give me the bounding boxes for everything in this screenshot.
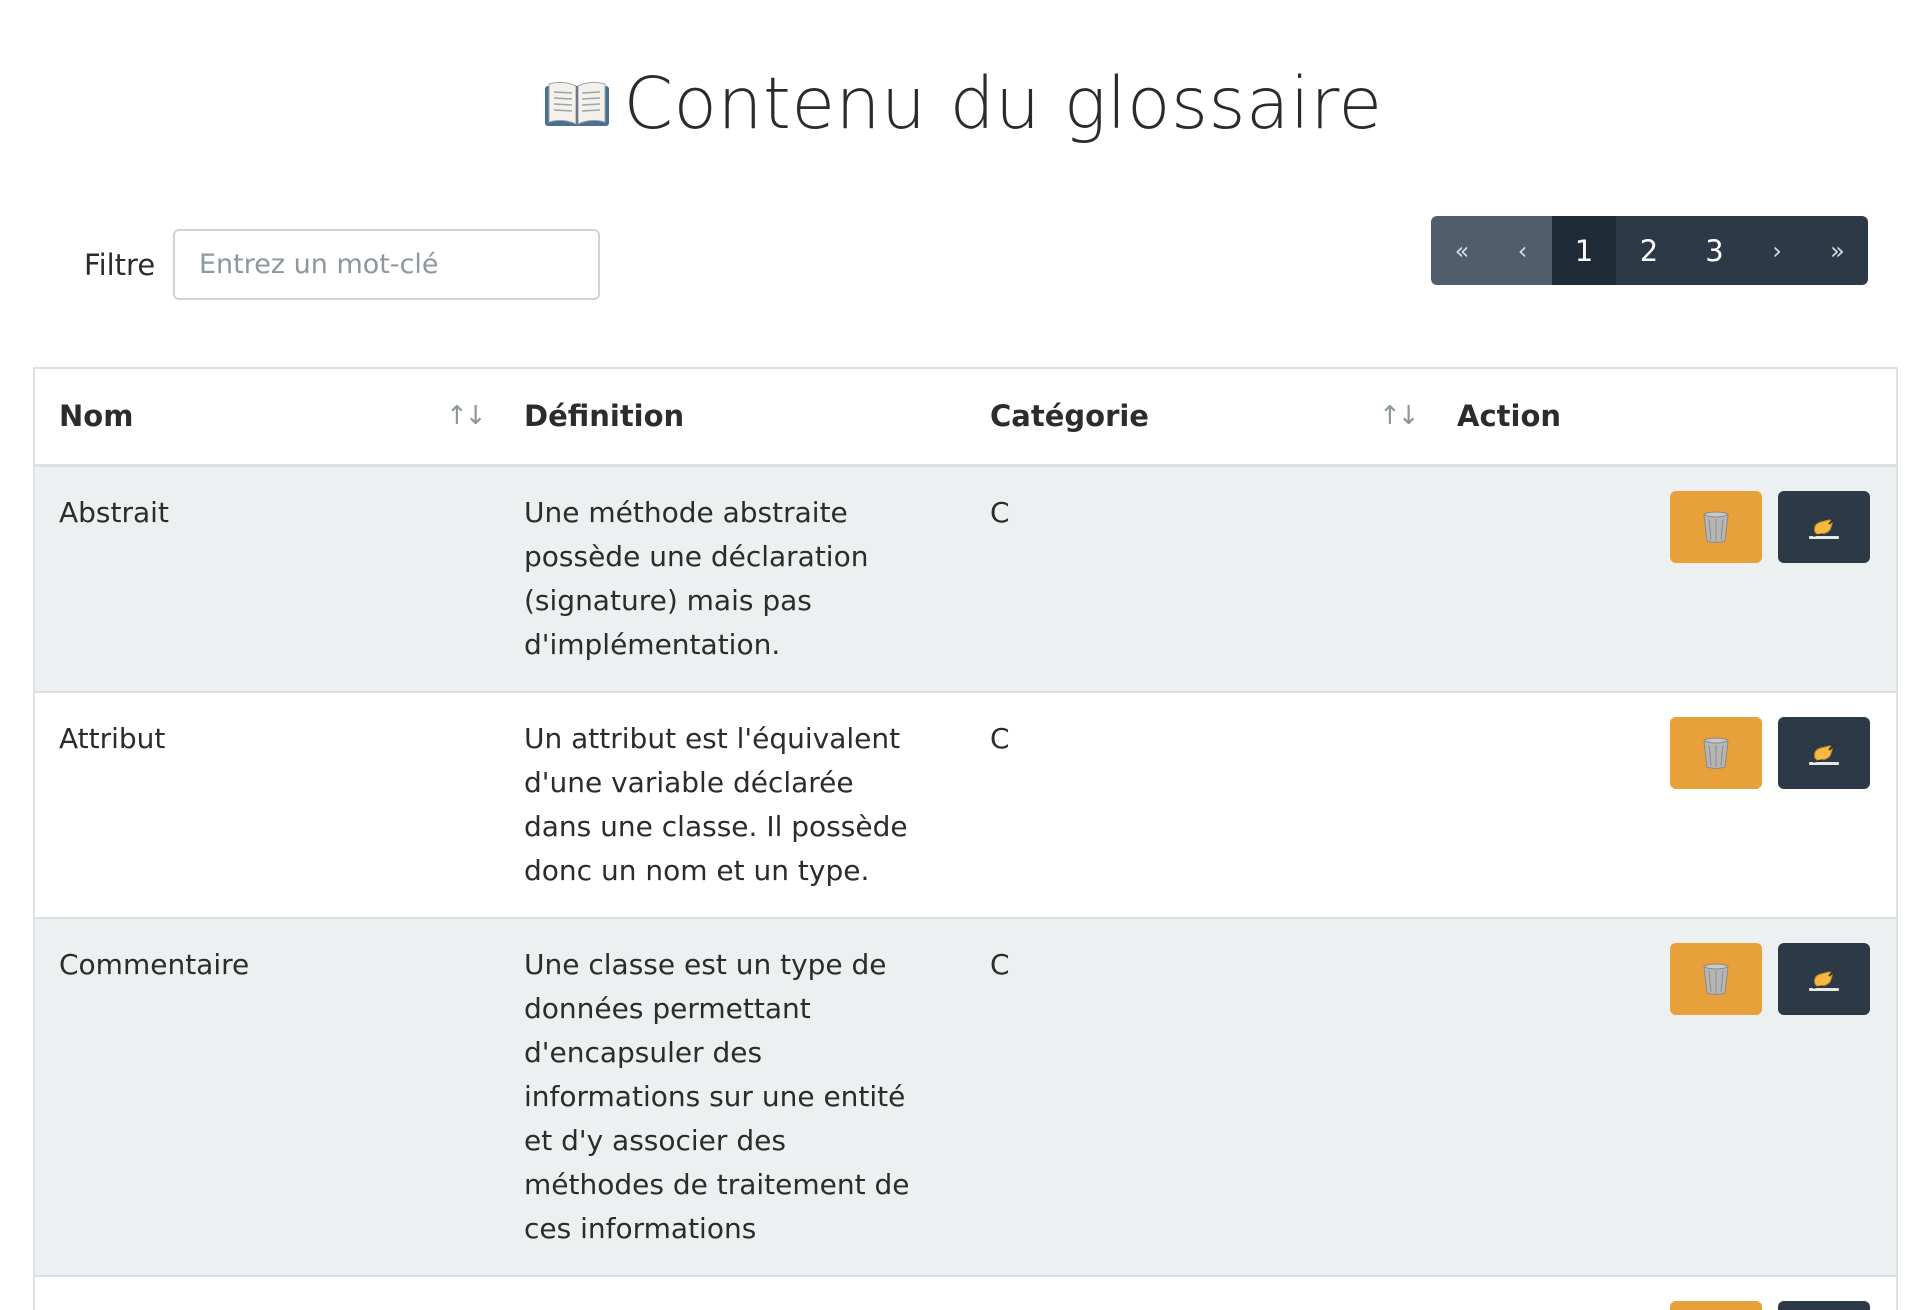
- wastebasket-icon: [1703, 737, 1729, 769]
- edit-button[interactable]: [1778, 942, 1870, 1015]
- writing-hand-icon: [1809, 738, 1840, 765]
- table-row: Commentaire Une classe est un type de do…: [35, 917, 1896, 1277]
- cell-action: [1433, 465, 1896, 693]
- delete-button[interactable]: [1670, 942, 1762, 1015]
- pagination-next-button[interactable]: ›: [1747, 216, 1807, 285]
- cell-definition: Une classe est un type de données permet…: [500, 917, 966, 1277]
- edit-button[interactable]: [1778, 716, 1870, 789]
- filter-input[interactable]: [173, 229, 600, 300]
- open-book-icon: [543, 64, 611, 126]
- filter-label: Filtre: [84, 248, 156, 282]
- pagination-prev-button[interactable]: ‹: [1493, 216, 1552, 285]
- edit-button[interactable]: [1778, 490, 1870, 563]
- glossary-table: Nom ↑↓ Définition Catégorie ↑↓ Action Ab…: [33, 367, 1898, 1310]
- cell-name: Attribut: [35, 691, 500, 919]
- cell-name: Concret: [35, 1275, 500, 1310]
- pagination-first-button[interactable]: «: [1431, 216, 1493, 285]
- cell-action: [1433, 917, 1896, 1277]
- cell-category: C: [966, 691, 1433, 919]
- delete-button[interactable]: [1670, 490, 1762, 563]
- sort-icon[interactable]: ↑↓: [446, 401, 487, 431]
- delete-button[interactable]: [1670, 1300, 1762, 1310]
- pagination: « ‹ 1 2 3 › »: [1431, 216, 1868, 285]
- page-title: Contenu du glossaire: [0, 62, 1926, 145]
- cell-definition: Une méthode abstraite possède une déclar…: [500, 465, 966, 693]
- table-body: Abstrait Une méthode abstraite possède u…: [35, 465, 1896, 1310]
- cell-name: Abstrait: [35, 465, 500, 693]
- wastebasket-icon: [1703, 963, 1729, 995]
- cell-category: C: [966, 465, 1433, 693]
- cell-name: Commentaire: [35, 917, 500, 1277]
- cell-definition: Un attribut est l'équivalent d'une varia…: [500, 691, 966, 919]
- pagination-last-button[interactable]: »: [1807, 216, 1868, 285]
- table-row: Abstrait Une méthode abstraite possède u…: [35, 465, 1896, 693]
- sort-icon[interactable]: ↑↓: [1379, 401, 1420, 431]
- edit-button[interactable]: [1778, 1300, 1870, 1310]
- pagination-page-3[interactable]: 3: [1682, 216, 1747, 285]
- column-header-name[interactable]: Nom ↑↓: [35, 369, 500, 467]
- writing-hand-icon: [1809, 964, 1840, 991]
- cell-definition: Opposé à abstrait(e).: [500, 1275, 966, 1310]
- table-header-row: Nom ↑↓ Définition Catégorie ↑↓ Action: [35, 369, 1896, 467]
- column-header-category[interactable]: Catégorie ↑↓: [966, 369, 1433, 467]
- writing-hand-icon: [1809, 512, 1840, 539]
- delete-button[interactable]: [1670, 716, 1762, 789]
- column-header-action: Action: [1433, 369, 1896, 467]
- table-row: Concret Opposé à abstrait(e). C: [35, 1275, 1896, 1310]
- cell-category: C: [966, 917, 1433, 1277]
- wastebasket-icon: [1703, 511, 1729, 543]
- column-header-definition: Définition: [500, 369, 966, 467]
- pagination-page-2[interactable]: 2: [1616, 216, 1682, 285]
- cell-action: [1433, 691, 1896, 919]
- table-row: Attribut Un attribut est l'équivalent d'…: [35, 691, 1896, 919]
- page-title-text: Contenu du glossaire: [623, 62, 1383, 145]
- cell-category: C: [966, 1275, 1433, 1310]
- cell-action: [1433, 1275, 1896, 1310]
- pagination-page-1[interactable]: 1: [1552, 216, 1616, 285]
